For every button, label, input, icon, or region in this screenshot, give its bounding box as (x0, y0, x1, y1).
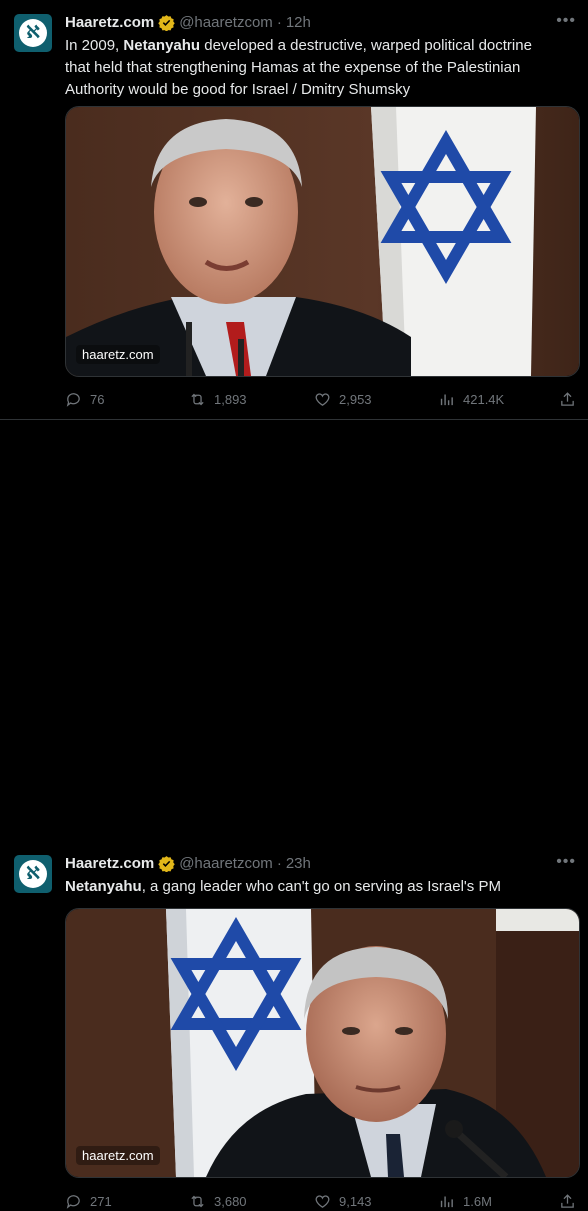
mention-bold: Netanyahu (65, 878, 142, 895)
tweet-2[interactable]: ℵ Haaretz.com @haaretzcom · 23h ••• Neta… (0, 420, 588, 1209)
media-domain-label: haaretz.com (76, 1146, 160, 1165)
author-name[interactable]: Haaretz.com (65, 855, 154, 872)
haaretz-logo-icon: ℵ (19, 19, 47, 47)
author-handle[interactable]: @haaretzcom (179, 855, 273, 872)
tweet-image[interactable]: haaretz.com (65, 106, 580, 377)
tweet-1[interactable]: ℵ Haaretz.com @haaretzcom · 12h ••• In 2… (0, 0, 588, 420)
media-domain-label: haaretz.com (76, 345, 160, 364)
action-bar: 76 1,893 2,953 421.4K (65, 389, 576, 409)
view-count: 1.6M (463, 1193, 492, 1209)
tweet-header: Haaretz.com @haaretzcom · 12h (65, 12, 311, 32)
retweet-icon (191, 1195, 204, 1207)
haaretz-logo-icon: ℵ (19, 860, 47, 888)
tweet-text: In 2009, Netanyahu developed a destructi… (65, 37, 532, 98)
tweet-image[interactable]: haaretz.com (65, 908, 580, 1178)
author-handle[interactable]: @haaretzcom (179, 14, 273, 31)
tweet-header: Haaretz.com @haaretzcom · 23h (65, 853, 311, 873)
reply-count: 76 (90, 391, 105, 407)
reply-icon (66, 392, 80, 407)
retweet-button[interactable]: 3,680 (189, 1193, 247, 1210)
heart-icon (315, 392, 330, 406)
retweet-count: 3,680 (214, 1193, 247, 1209)
like-count: 9,143 (339, 1193, 372, 1209)
like-button[interactable]: 9,143 (314, 1193, 372, 1210)
share-button[interactable] (559, 391, 576, 408)
retweet-icon (191, 393, 204, 405)
heart-icon (315, 1194, 330, 1208)
views-button[interactable]: 421.4K (438, 391, 504, 408)
action-bar: 271 3,680 9,143 1.6M (65, 1191, 576, 1211)
author-name[interactable]: Haaretz.com (65, 14, 154, 31)
share-button[interactable] (559, 1193, 576, 1210)
reply-count: 271 (90, 1193, 112, 1209)
tweet-text: Netanyahu, a gang leader who can't go on… (65, 878, 501, 895)
reply-icon (66, 1194, 80, 1209)
view-count: 421.4K (463, 391, 505, 407)
timestamp[interactable]: 23h (286, 855, 311, 872)
share-icon (561, 391, 574, 406)
retweet-count: 1,893 (214, 391, 247, 407)
verified-badge-icon (158, 14, 175, 31)
avatar[interactable]: ℵ (14, 855, 52, 893)
portrait-photo (66, 909, 579, 1177)
separator-dot: · (276, 13, 282, 31)
more-options-icon[interactable]: ••• (556, 12, 576, 30)
portrait-photo (66, 107, 579, 376)
views-button[interactable]: 1.6M (438, 1193, 492, 1210)
analytics-icon (440, 394, 453, 405)
analytics-icon (440, 1196, 453, 1207)
like-button[interactable]: 2,953 (314, 391, 372, 408)
separator-dot: · (276, 854, 282, 872)
reply-button[interactable]: 271 (65, 1193, 112, 1210)
timestamp[interactable]: 12h (286, 14, 311, 31)
more-options-icon[interactable]: ••• (556, 853, 576, 871)
mention-bold: Netanyahu (123, 37, 201, 54)
avatar[interactable]: ℵ (14, 14, 52, 52)
share-icon (561, 1193, 574, 1208)
reply-button[interactable]: 76 (65, 391, 104, 408)
retweet-button[interactable]: 1,893 (189, 391, 247, 408)
like-count: 2,953 (339, 391, 372, 407)
verified-badge-icon (158, 855, 175, 872)
